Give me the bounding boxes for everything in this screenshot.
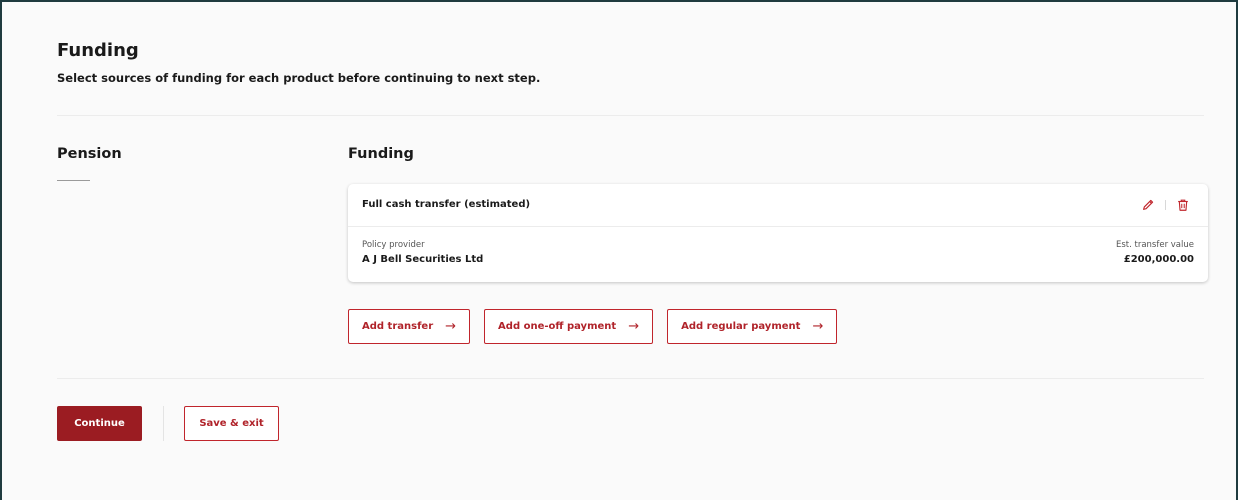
transfer-value-label: Est. transfer value [1115, 240, 1194, 250]
add-regular-payment-button[interactable]: Add regular payment → [667, 309, 838, 344]
policy-provider-value: A J Bell Securities Ltd [362, 254, 484, 265]
pencil-icon [1143, 199, 1154, 210]
page-subtitle: Select sources of funding for each produ… [57, 71, 541, 85]
funding-section-title: Funding [348, 146, 414, 162]
button-separator [163, 406, 164, 441]
continue-button[interactable]: Continue [57, 406, 142, 441]
policy-provider-field: Policy provider A J Bell Securities Ltd [362, 240, 483, 265]
page-title: Funding [57, 40, 139, 61]
trash-icon [1178, 199, 1188, 211]
transfer-value-amount: £200,000.00 [1123, 254, 1194, 265]
add-funding-buttons: Add transfer → Add one-off payment → Add… [348, 309, 851, 344]
action-separator [1165, 200, 1166, 210]
add-one-off-payment-button[interactable]: Add one-off payment → [484, 309, 654, 344]
funding-card: Full cash transfer (estimated) Policy pr… [348, 184, 1208, 282]
delete-funding-button[interactable] [1175, 197, 1191, 213]
arrow-right-icon: → [445, 319, 457, 334]
page-frame: Funding Select sources of funding for ea… [0, 0, 1238, 500]
arrow-right-icon: → [628, 319, 640, 334]
edit-funding-button[interactable] [1140, 197, 1156, 213]
transfer-value-field: Est. transfer value £200,000.00 [1116, 240, 1194, 265]
funding-card-header: Full cash transfer (estimated) [348, 184, 1208, 227]
funding-card-title: Full cash transfer (estimated) [362, 199, 531, 210]
save-exit-button[interactable]: Save & exit [184, 406, 279, 441]
add-transfer-label: Add transfer [362, 321, 434, 332]
top-divider [57, 115, 1204, 116]
bottom-divider [57, 378, 1204, 379]
policy-provider-label: Policy provider [362, 240, 425, 250]
funding-card-body: Policy provider A J Bell Securities Ltd … [348, 227, 1208, 282]
add-regular-payment-label: Add regular payment [681, 321, 801, 332]
add-transfer-button[interactable]: Add transfer → [348, 309, 471, 344]
add-one-off-payment-label: Add one-off payment [498, 321, 617, 332]
arrow-right-icon: → [812, 319, 824, 334]
product-underline [57, 180, 90, 181]
funding-card-actions [1140, 197, 1191, 213]
product-label: Pension [57, 146, 122, 162]
